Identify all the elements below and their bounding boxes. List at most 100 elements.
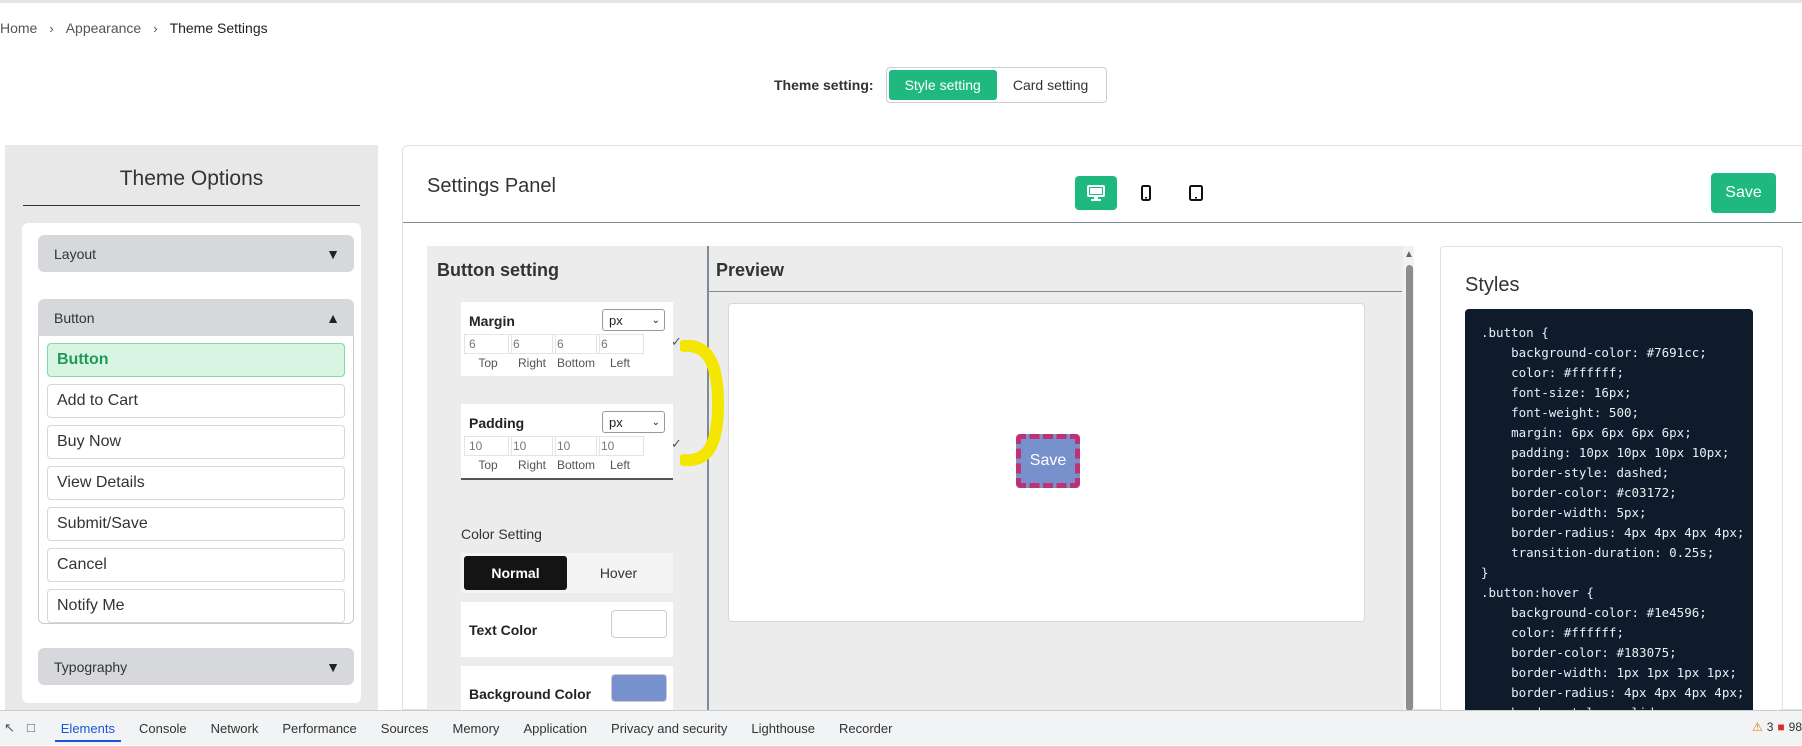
accordion-layout-label: Layout [54,245,97,262]
padding-box: Padding px ⌄ 10 10 10 10 Top Right Botto… [461,404,673,480]
triangle-up-icon: ▲ [326,309,340,326]
style-setting-tab[interactable]: Style setting [888,70,997,100]
padding-top-input[interactable]: 10 [464,436,512,456]
accordion-layout[interactable]: Layout ▼ [38,235,354,272]
padding-unit-select[interactable]: px ⌄ [602,411,665,433]
padding-label: Padding [469,415,525,431]
chevron-down-icon: ⌄ [651,314,660,326]
padding-left-input[interactable]: 10 [596,436,644,456]
margin-box: Margin px ⌄ 6 6 6 6 Top Right Bottom Lef… [461,302,673,376]
preview-canvas: Save [728,303,1365,622]
option-submit-save[interactable]: Submit/Save [47,507,345,541]
mobile-view-button[interactable] [1125,176,1167,210]
devtools-tab-network[interactable]: Network [199,711,271,746]
devtools-tab-performance[interactable]: Performance [270,711,368,746]
tab-hover[interactable]: Hover [567,556,670,590]
margin-bottom-input[interactable]: 6 [552,334,600,354]
caption-bottom: Bottom [556,356,595,370]
background-color-label: Background Color [469,686,592,702]
triangle-down-icon: ▼ [326,658,340,675]
devtools-tab-privacy[interactable]: Privacy and security [599,711,739,746]
option-add-to-cart[interactable]: Add to Cart [47,384,345,418]
option-buy-now[interactable]: Buy Now [47,425,345,459]
caption-right: Right [517,356,546,370]
devtools-tab-console[interactable]: Console [127,711,199,746]
margin-right-input[interactable]: 6 [508,334,556,354]
caption-left: Left [609,356,630,370]
error-icon: ■ [1777,720,1785,734]
devtools-tab-elements[interactable]: Elements [49,711,127,746]
padding-right-input[interactable]: 10 [508,436,556,456]
breadcrumb-current: Theme Settings [169,20,268,36]
breadcrumb-home[interactable]: Home [0,20,37,36]
editor-area: Button setting Preview Margin px ⌄ 6 6 6… [427,246,1414,721]
error-count: 98 [1788,720,1802,734]
devtools-bar: ↖ □ Elements Console Network Performance… [0,710,1802,745]
annotation-bracket-icon [680,340,725,467]
padding-bottom-input[interactable]: 10 [552,436,600,456]
vertical-divider [707,246,709,711]
warning-icon: ⚠ [1751,720,1763,734]
caption-bottom: Bottom [556,458,595,472]
preview-header-divider [709,291,1402,292]
warning-count: 3 [1766,720,1774,734]
breadcrumb-appearance[interactable]: Appearance [66,20,142,36]
theme-setting-switch: Theme setting: Style setting Card settin… [774,67,1108,103]
theme-options-title: Theme Options [119,167,264,190]
caption-top: Top [478,356,498,370]
settings-panel-title: Settings Panel [427,175,556,197]
devtools-tab-application[interactable]: Application [511,711,599,746]
devtools-tab-lighthouse[interactable]: Lighthouse [739,711,827,746]
caption-top: Top [478,458,498,472]
devtools-icons: ↖ □ [4,720,35,736]
css-code-block: .button { background-color: #7691cc; col… [1465,309,1753,712]
devtools-status[interactable]: ⚠ 3 ■ 98 [1752,720,1802,734]
scrollbar-thumb[interactable] [1406,265,1413,711]
tablet-icon [1189,185,1203,201]
theme-setting-segmented: Style setting Card setting [885,67,1108,103]
accordion-button[interactable]: Button ▲ [38,299,354,336]
color-setting-heading: Color Setting [461,526,542,542]
triangle-down-icon: ▼ [326,245,340,262]
devtools-tab-memory[interactable]: Memory [440,711,511,746]
chevron-right-icon: › [49,20,54,36]
color-state-tabs: Normal Hover [461,553,673,593]
chevron-right-icon: › [153,20,158,36]
button-options-list: Button Add to Cart Buy Now View Details … [38,336,354,624]
styles-card: Styles .button { background-color: #7691… [1440,246,1783,712]
devtools-tab-recorder[interactable]: Recorder [827,711,904,746]
inspect-element-icon[interactable]: ↖ [4,720,15,736]
accordion-typography[interactable]: Typography ▼ [38,648,354,685]
title-divider [23,205,360,206]
text-color-row: Text Color [461,602,673,657]
text-color-swatch[interactable] [611,610,667,638]
tab-normal[interactable]: Normal [464,556,567,590]
caption-left: Left [609,458,630,472]
scroll-up-arrow-icon[interactable]: ▲ [1404,249,1414,260]
mobile-icon [1141,185,1151,201]
save-button[interactable]: Save [1711,173,1776,213]
device-toolbar-icon[interactable]: □ [27,720,35,736]
breadcrumb: Home › Appearance › Theme Settings [0,20,268,36]
margin-left-input[interactable]: 6 [596,334,644,354]
margin-top-input[interactable]: 6 [464,334,512,354]
background-color-swatch[interactable] [611,674,667,702]
accordion-typography-label: Typography [54,658,128,675]
devtools-tab-sources[interactable]: Sources [369,711,441,746]
tablet-view-button[interactable] [1175,176,1217,210]
margin-unit-select[interactable]: px ⌄ [602,309,665,331]
chevron-down-icon: ⌄ [651,416,660,428]
theme-options-panel: Theme Options Layout ▼ Button ▲ Button A… [5,145,378,710]
option-notify-me[interactable]: Notify Me [47,589,345,623]
option-cancel[interactable]: Cancel [47,548,345,582]
accordion-button-label: Button [54,309,95,326]
button-setting-title: Button setting [437,260,559,280]
option-button[interactable]: Button [47,343,345,377]
preview-title: Preview [716,260,785,280]
text-color-label: Text Color [469,622,538,638]
desktop-view-button[interactable] [1075,176,1117,210]
option-view-details[interactable]: View Details [47,466,345,500]
card-setting-tab[interactable]: Card setting [997,70,1104,100]
preview-save-button[interactable]: Save [1016,434,1080,488]
styles-title: Styles [1465,274,1520,296]
